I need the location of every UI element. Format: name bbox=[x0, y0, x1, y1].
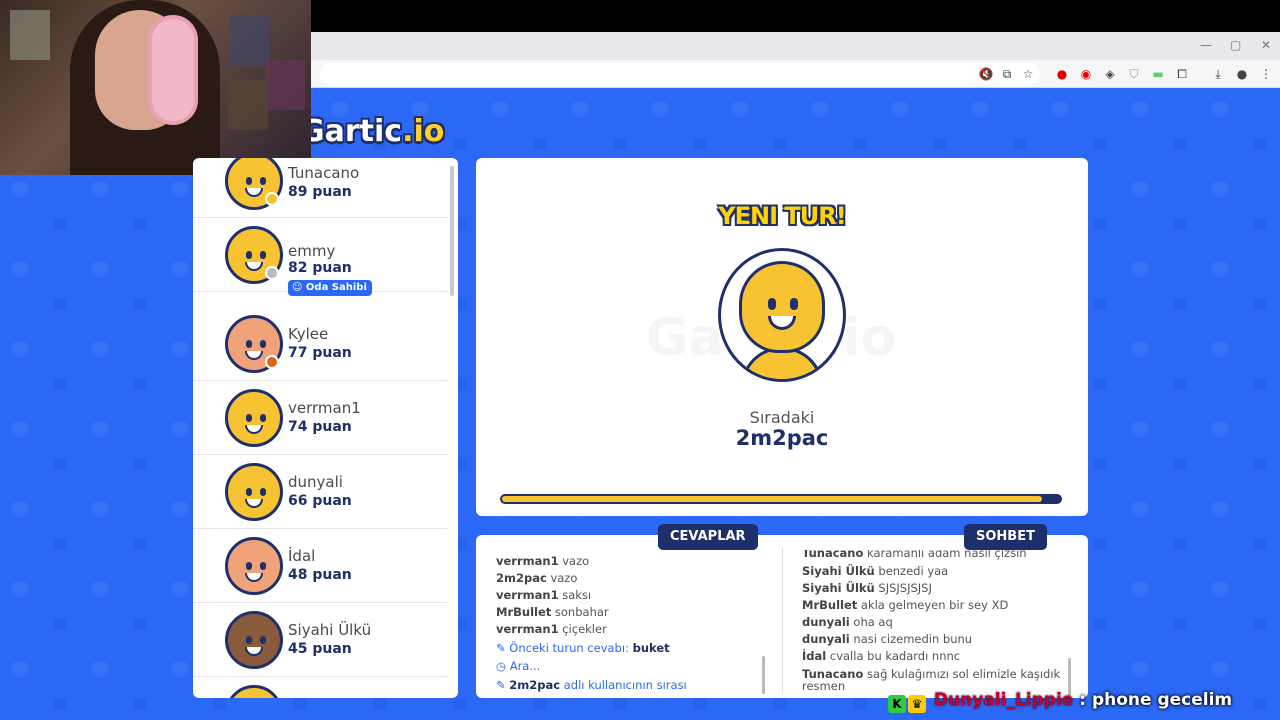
answer-item: 2m2pac vazo bbox=[496, 571, 578, 585]
pencil-icon: ✎ bbox=[496, 641, 506, 655]
player-row[interactable]: dunyali 66 puan bbox=[193, 455, 447, 529]
download-icon[interactable]: ⤓ bbox=[1209, 65, 1227, 83]
player-name: dunyali bbox=[288, 473, 343, 491]
profile-icon[interactable]: ● bbox=[1233, 65, 1251, 83]
stream-chat-overlay: K ♛ Dunyali_Lippie : phone gecelim bbox=[888, 690, 1232, 713]
round-progress-bar bbox=[500, 494, 1062, 504]
player-score: 74 puan bbox=[288, 419, 352, 435]
player-list: Tunacano 89 puan emmy 82 puan ☺ Oda Sahi… bbox=[193, 158, 458, 698]
gartic-logo: Gartic.io bbox=[300, 114, 445, 149]
player-name: Siyahi Ülkü bbox=[288, 621, 372, 639]
player-score: 77 puan bbox=[288, 345, 352, 361]
player-avatar bbox=[225, 537, 283, 595]
player-row[interactable]: Siyahi Ülkü 45 puan bbox=[193, 603, 447, 677]
player-row[interactable]: İdal 48 puan bbox=[193, 529, 447, 603]
answers-scrollbar[interactable] bbox=[762, 656, 765, 694]
answer-item: verrman1 çiçekler bbox=[496, 622, 607, 636]
chat-message: dunyali oha aq bbox=[802, 615, 893, 629]
tab-answers[interactable]: CEVAPLAR bbox=[658, 524, 758, 550]
opera-icon[interactable]: ● bbox=[1053, 65, 1071, 83]
answer-item: verrman1 saksı bbox=[496, 588, 592, 602]
next-label: Sıradaki bbox=[749, 408, 815, 427]
pencil-icon: ✎ bbox=[496, 678, 506, 692]
player-avatar bbox=[225, 389, 283, 447]
shield-icon[interactable]: ⛉ bbox=[1125, 65, 1143, 83]
extension-green-icon[interactable]: ▬ bbox=[1149, 65, 1167, 83]
overlay-message: phone gecelim bbox=[1091, 690, 1233, 710]
player-row[interactable]: Tunacano 89 puan bbox=[193, 158, 447, 218]
record-icon[interactable]: ◉ bbox=[1077, 65, 1095, 83]
address-bar[interactable] bbox=[320, 63, 1040, 85]
chat-message: İdal cvalla bu kadardı nnnc bbox=[802, 649, 961, 663]
player-avatar bbox=[225, 463, 283, 521]
close-button[interactable]: ✕ bbox=[1261, 38, 1271, 52]
status-dot bbox=[265, 266, 279, 280]
player-name: İdal bbox=[288, 547, 316, 565]
player-score: 82 puan bbox=[288, 260, 352, 276]
player-name: Kylee bbox=[288, 325, 329, 343]
player-name: emmy bbox=[288, 242, 336, 260]
turn-msg: ✎ 2m2pac adlı kullanıcının sırası bbox=[496, 678, 687, 692]
room-owner-badge: ☺ Oda Sahibi bbox=[288, 280, 372, 296]
next-player-name: 2m2pac bbox=[735, 426, 829, 450]
overlay-separator: : bbox=[1079, 690, 1087, 710]
maximize-button[interactable]: ▢ bbox=[1230, 38, 1241, 52]
extension-icon[interactable]: ◈ bbox=[1101, 65, 1119, 83]
next-player-avatar bbox=[718, 248, 846, 382]
crown-badge-icon: ♛ bbox=[908, 695, 926, 713]
chat-message: dunyali nasi cizemedin bunu bbox=[802, 632, 973, 646]
clock-icon: ◷ bbox=[496, 659, 507, 673]
answer-item: verrman1 vazo bbox=[496, 554, 590, 568]
chat-message: MrBullet akla gelmeyen bir sey XD bbox=[802, 598, 1009, 612]
moderator-badge-icon: K bbox=[888, 695, 906, 713]
answer-item: MrBullet sonbahar bbox=[496, 605, 609, 619]
player-row[interactable]: emmy 82 puan ☺ Oda Sahibi bbox=[193, 218, 447, 296]
status-dot bbox=[265, 192, 279, 206]
star-icon[interactable]: ☆ bbox=[1019, 65, 1037, 83]
player-avatar bbox=[225, 685, 283, 698]
player-score: 48 puan bbox=[288, 567, 352, 583]
round-panel: Gartic.io YENI TUR! Sıradaki 2m2pac bbox=[476, 158, 1088, 516]
new-round-title: YENI TUR! bbox=[718, 202, 846, 230]
tab-chat[interactable]: SOHBET bbox=[964, 524, 1047, 550]
minimize-button[interactable]: — bbox=[1200, 38, 1212, 52]
player-list-scrollbar[interactable] bbox=[450, 166, 454, 296]
player-name: Tunacano bbox=[288, 164, 360, 182]
player-row[interactable]: verrman1 74 puan bbox=[193, 381, 447, 455]
player-row[interactable]: Kylee 77 puan bbox=[193, 307, 447, 381]
mute-icon[interactable]: 🔇 bbox=[977, 65, 995, 83]
puzzle-icon[interactable]: ⧠ bbox=[1173, 65, 1191, 83]
status-dot bbox=[265, 355, 279, 369]
player-name: verrman1 bbox=[288, 399, 361, 417]
webcam-overlay bbox=[0, 0, 311, 175]
overlay-username: Dunyali_Lippie bbox=[933, 690, 1074, 710]
player-row[interactable] bbox=[193, 677, 447, 698]
previous-answer-msg: ✎ Önceki turun cevabı: buket bbox=[496, 641, 670, 655]
break-msg: ◷ Ara... bbox=[496, 659, 541, 673]
player-score: 66 puan bbox=[288, 493, 352, 509]
panel-divider bbox=[782, 548, 783, 693]
player-avatar bbox=[225, 611, 283, 669]
cast-icon[interactable]: ⧉ bbox=[998, 65, 1016, 83]
player-score: 45 puan bbox=[288, 641, 352, 657]
chat-message: resmen bbox=[802, 679, 846, 693]
player-score: 89 puan bbox=[288, 184, 352, 200]
round-progress-fill bbox=[502, 496, 1042, 502]
chat-message: Siyahi Ülkü benzedi yaa bbox=[802, 564, 949, 578]
menu-icon[interactable]: ⋮ bbox=[1257, 65, 1275, 83]
chat-message: Siyahi Ülkü SJSJSJSJSJ bbox=[802, 581, 932, 595]
